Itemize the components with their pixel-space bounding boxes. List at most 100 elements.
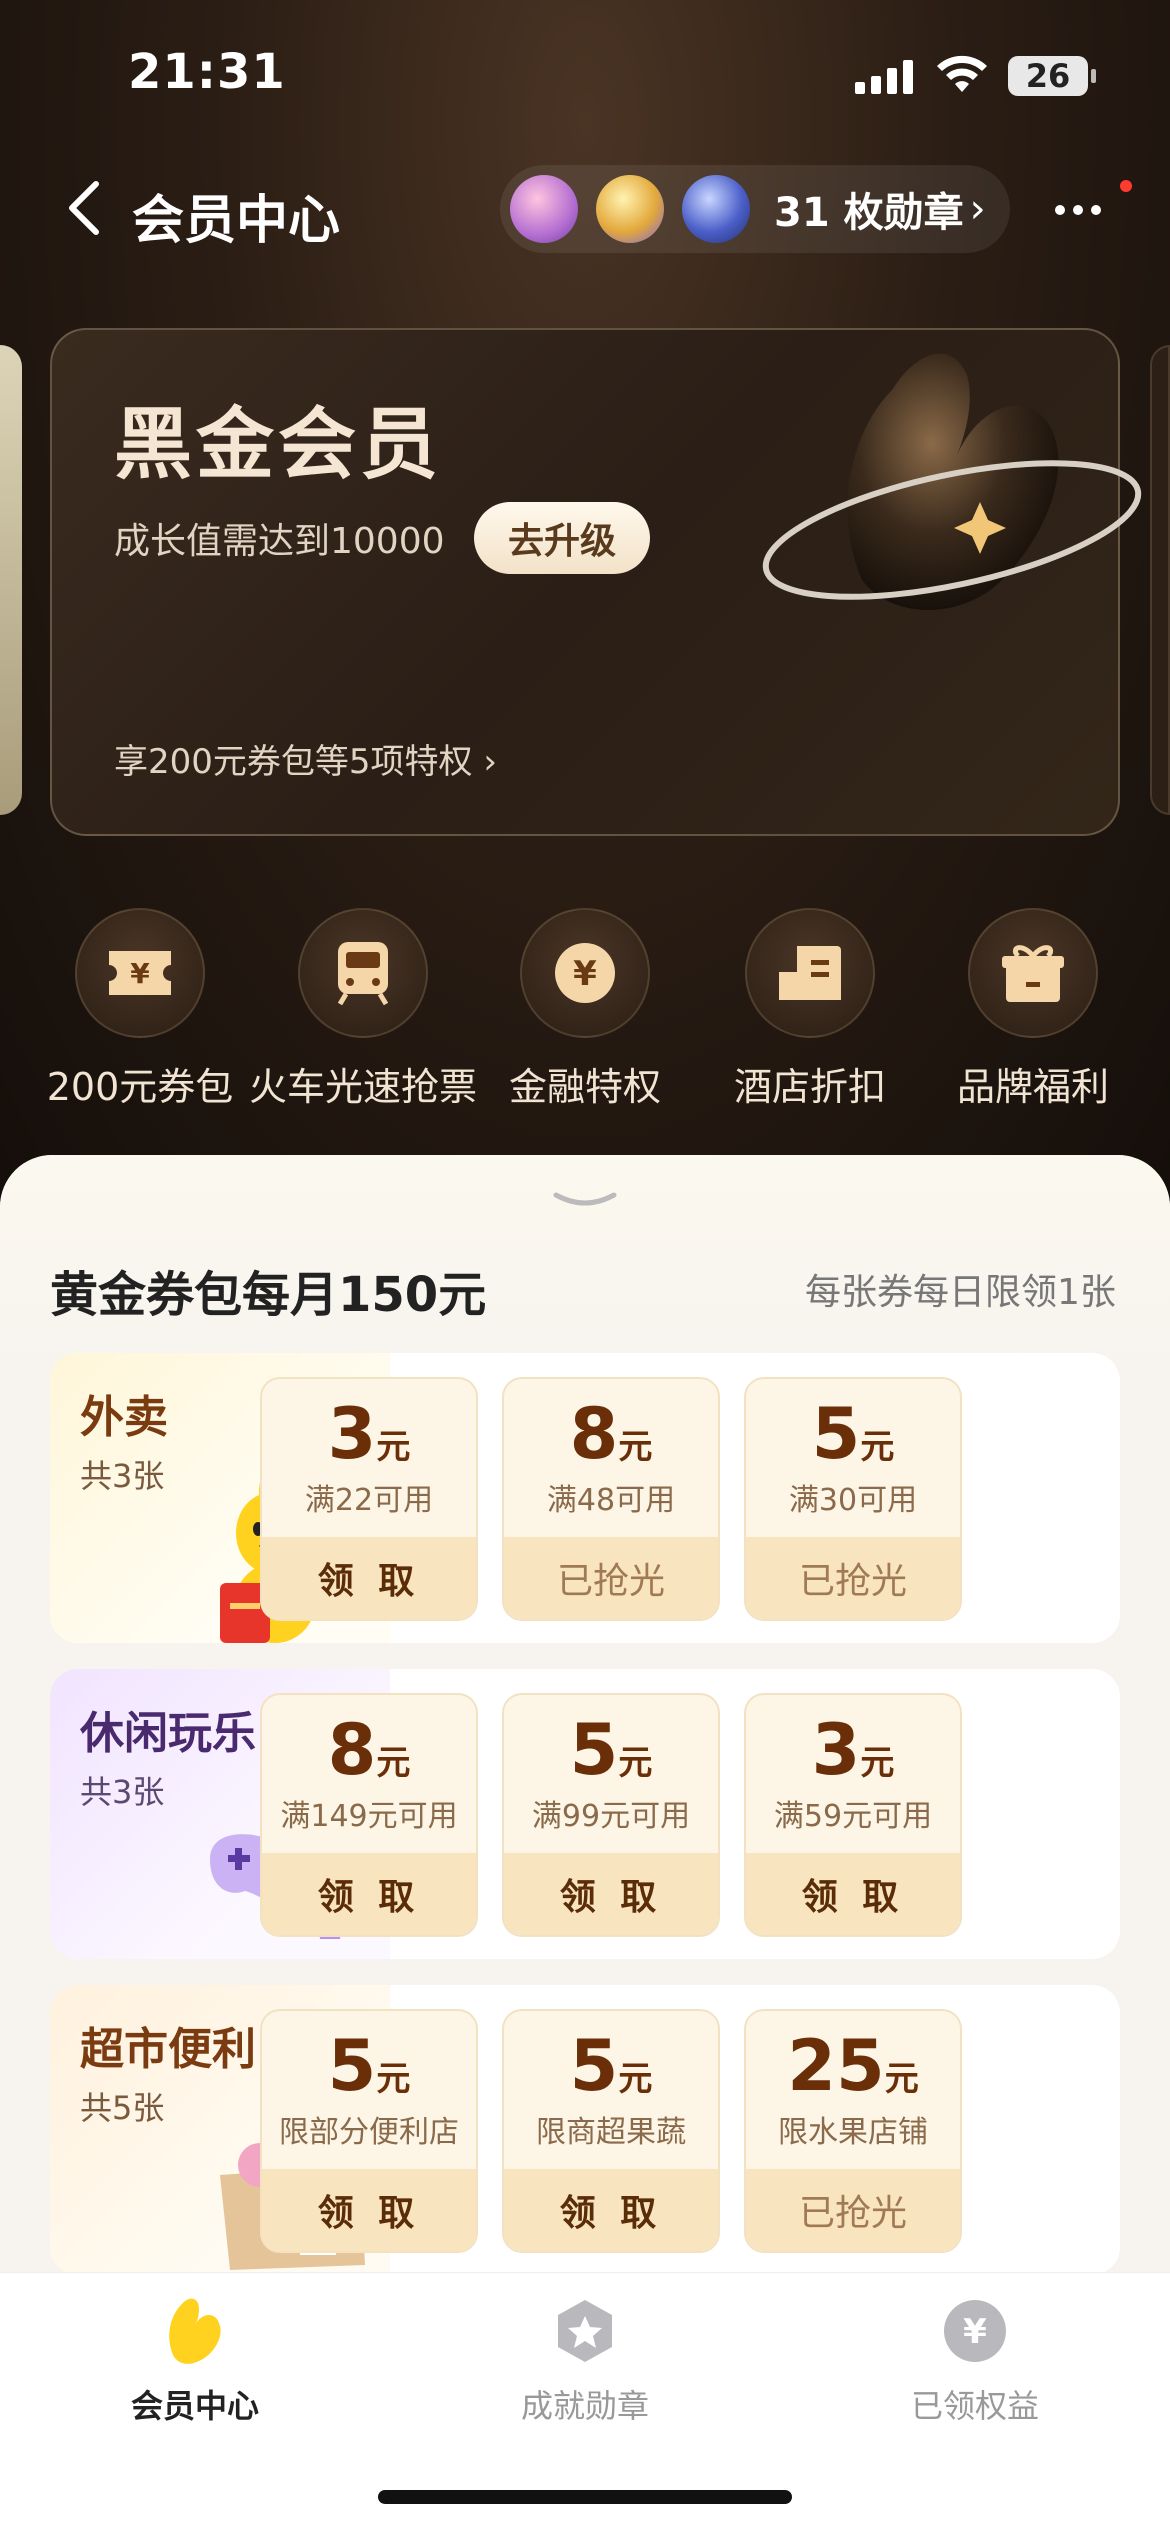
coupon-unit: 元: [376, 1427, 411, 1467]
coupon-group-count: 共3张: [80, 1457, 165, 1495]
coupon-sheet: 黄金券包每月150元 每张券每日限领1张 外卖 共3张 3元 满22可用 领 取…: [0, 1155, 1170, 2275]
quick-action-brand-benefit[interactable]: 品牌福利: [918, 908, 1148, 1111]
ticket-medal-icon: [682, 175, 750, 243]
coupon-condition: 满59元可用: [773, 1799, 933, 1834]
claim-button[interactable]: 领 取: [746, 1853, 960, 1935]
member-level-card[interactable]: 黑金会员 成长值需达到10000 去升级 享200元券包等5项特权 ›: [50, 328, 1142, 836]
hotel-icon: [745, 908, 875, 1038]
cellular-signal-icon: [855, 58, 913, 94]
upgrade-button[interactable]: 去升级: [474, 502, 650, 574]
quick-action-label: 品牌福利: [956, 1065, 1109, 1109]
sold-out-label: 已抢光: [746, 1537, 960, 1619]
wings-medal-icon: [596, 175, 664, 243]
coupon-condition: 满30可用: [788, 1483, 918, 1518]
coupon-group-takeout: 外卖 共3张 3元 满22可用 领 取 8元 满48可用 已抢光 5元 满30可…: [50, 1353, 1120, 1643]
claim-button[interactable]: 领 取: [262, 1537, 476, 1619]
coupon-group-count: 共3张: [80, 1773, 165, 1811]
coupon-amount: 5: [811, 1393, 861, 1475]
coupon-condition: 限水果店铺: [778, 2115, 928, 2150]
claim-button[interactable]: 领 取: [262, 2169, 476, 2251]
wifi-icon: [937, 55, 987, 92]
coupon-amount: 5: [569, 2025, 619, 2107]
tab-member-center[interactable]: 会员中心: [0, 2295, 390, 2427]
nav-header: 会员中心 31 枚勋章 ›: [0, 160, 1170, 260]
coupon-amount: 8: [327, 1709, 377, 1791]
tab-claimed-benefits[interactable]: ¥ 已领权益: [780, 2295, 1170, 2427]
svg-text:¥: ¥: [573, 954, 597, 994]
quick-action-label: 酒店折扣: [733, 1065, 886, 1109]
coupon-card: 8元 满149元可用 领 取: [260, 1693, 478, 1937]
tab-label: 已领权益: [910, 2387, 1039, 2425]
coupon-amount: 5: [327, 2025, 377, 2107]
sold-out-label: 已抢光: [746, 2169, 960, 2251]
quick-action-coupon-pack[interactable]: ¥ 200元券包: [25, 908, 255, 1111]
coupon-amount: 3: [327, 1393, 377, 1475]
previous-card-peek[interactable]: [0, 345, 22, 815]
coupon-group-name: 外卖: [80, 1392, 168, 1443]
medal-count: 31 枚勋章: [774, 190, 964, 236]
coupon-unit: 元: [860, 1743, 895, 1783]
pig-medal-icon: [510, 175, 578, 243]
quick-actions-row: ¥ 200元券包 火车光速抢票 ¥ 金融特权 酒店折扣 品牌福利: [0, 908, 1170, 1111]
yen-coin-icon: ¥: [939, 2295, 1011, 2367]
coupon-amount: 3: [811, 1709, 861, 1791]
coupon-group-count: 共5张: [80, 2089, 165, 2127]
quick-action-finance[interactable]: ¥ 金融特权: [470, 908, 700, 1111]
battery-indicator: 26: [1008, 56, 1096, 96]
coupon-pack-title: 黄金券包每月150元: [50, 1267, 487, 1323]
tab-label: 成就勋章: [520, 2387, 649, 2425]
back-arrow-icon[interactable]: [60, 178, 110, 238]
coupon-card: 3元 满22可用 领 取: [260, 1377, 478, 1621]
coupon-card: 5元 满99元可用 领 取: [502, 1693, 720, 1937]
more-options-icon[interactable]: [1055, 190, 1115, 230]
sold-out-label: 已抢光: [504, 1537, 718, 1619]
claim-button[interactable]: 领 取: [504, 2169, 718, 2251]
growth-requirement: 成长值需达到10000: [114, 521, 445, 562]
coupon-unit: 元: [860, 1427, 895, 1467]
coupon-unit: 元: [376, 1743, 411, 1783]
coupon-condition: 满48可用: [546, 1483, 676, 1518]
tab-label: 会员中心: [130, 2387, 259, 2425]
coupon-unit: 元: [618, 1427, 653, 1467]
coupon-card: 8元 满48可用 已抢光: [502, 1377, 720, 1621]
coupon-amount: 5: [569, 1709, 619, 1791]
medal-star-icon: [549, 2295, 621, 2367]
coupon-card: 5元 满30可用 已抢光: [744, 1377, 962, 1621]
mascot-tab-icon: [159, 2295, 231, 2367]
coupon-card: 5元 限部分便利店 领 取: [260, 2009, 478, 2253]
coupon-amount: 8: [569, 1393, 619, 1475]
coupon-condition: 满99元可用: [531, 1799, 691, 1834]
tab-achievement-medals[interactable]: 成就勋章: [390, 2295, 780, 2427]
claim-button[interactable]: 领 取: [504, 1853, 718, 1935]
claim-button[interactable]: 领 取: [262, 1853, 476, 1935]
gift-icon: [968, 908, 1098, 1038]
privileges-link[interactable]: 享200元券包等5项特权 ›: [114, 734, 497, 783]
svg-text:¥: ¥: [963, 2312, 987, 2352]
coupon-condition: 限部分便利店: [279, 2115, 459, 2150]
coupon-unit: 元: [618, 1743, 653, 1783]
svg-text:¥: ¥: [130, 957, 150, 990]
page-title: 会员中心: [132, 191, 341, 251]
coupon-group-supermarket: 超市便利 共5张 5元 限部分便利店 领 取 5元 限商超果蔬 领 取 25元: [50, 1985, 1120, 2275]
chevron-down-icon[interactable]: [552, 1191, 618, 1211]
train-icon: [298, 908, 428, 1038]
coupon-card: 3元 满59元可用 领 取: [744, 1693, 962, 1937]
coupon-card: 25元 限水果店铺 已抢光: [744, 2009, 962, 2253]
member-level-title: 黑金会员: [114, 400, 443, 490]
coupon-unit: 元: [376, 2059, 411, 2099]
quick-action-label: 200元券包: [46, 1065, 234, 1109]
quick-action-hotel[interactable]: 酒店折扣: [695, 908, 925, 1111]
coupon-condition: 满149元可用: [280, 1799, 458, 1834]
coupon-group-leisure: 休闲玩乐 共3张 8元 满149元可用 领 取 5元 满99元可用 领 取 3元…: [50, 1669, 1120, 1959]
coupon-unit: 元: [884, 2059, 919, 2099]
coupon-unit: 元: [618, 2059, 653, 2099]
yen-coin-icon: ¥: [520, 908, 650, 1038]
coupon-group-name: 超市便利: [80, 2024, 256, 2075]
status-time: 21:31: [128, 44, 286, 100]
medal-summary-button[interactable]: 31 枚勋章 ›: [500, 165, 1010, 253]
black-gold-mascot-icon: [762, 353, 1142, 610]
home-indicator: [378, 2490, 792, 2504]
coupon-limit-note: 每张券每日限领1张: [805, 1272, 1116, 1313]
quick-action-train-ticket[interactable]: 火车光速抢票: [248, 908, 478, 1111]
notification-dot: [1120, 180, 1132, 192]
